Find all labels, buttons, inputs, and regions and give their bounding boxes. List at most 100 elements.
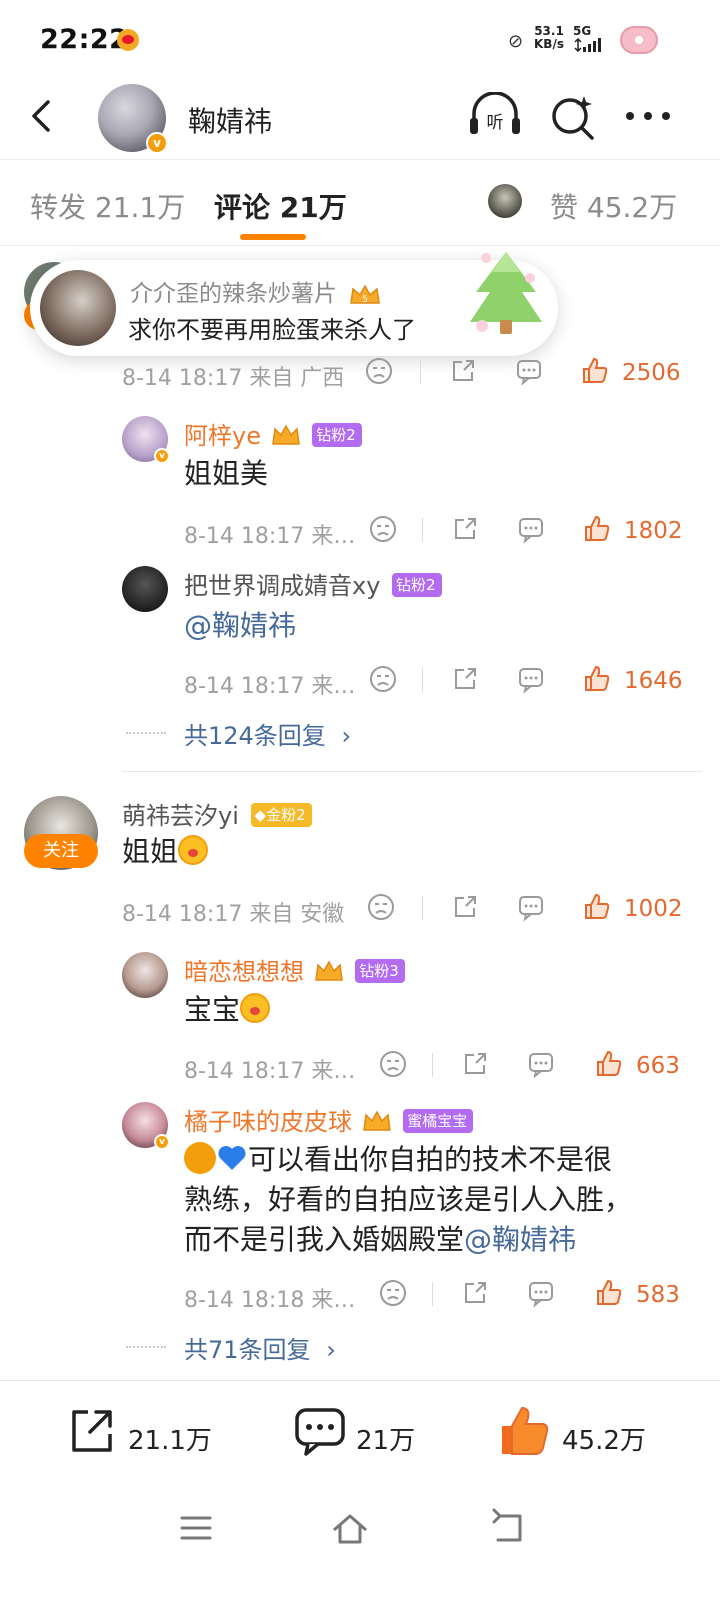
share-icon[interactable] <box>448 356 478 386</box>
toast-user-name: 介介歪的辣条炒薯片 5 <box>130 274 382 308</box>
reply-icon[interactable] <box>516 514 546 544</box>
comment-meta: 8-14 18:17 来自 广西 2506 <box>122 352 682 392</box>
reply-meta: 8-14 18:17 来… 1802 <box>184 510 684 550</box>
follow-button[interactable]: 关注 <box>24 834 98 868</box>
divider <box>122 771 702 772</box>
signal-icon: 5G <box>573 25 601 55</box>
back-nav-icon[interactable] <box>488 1508 528 1548</box>
christmas-tree-icon <box>470 252 542 334</box>
reply-meta: 8-14 18:17 来… 1646 <box>184 660 684 700</box>
blush-emoji-icon <box>240 993 271 1023</box>
search-button[interactable] <box>550 94 596 140</box>
more-replies-link[interactable]: 共124条回复 › <box>184 716 351 751</box>
mention-link[interactable]: @鞠婧祎 <box>464 1223 576 1256</box>
tab-comment[interactable]: 评论 21万 <box>214 186 347 226</box>
tab-like[interactable]: 赞 45.2万 <box>550 186 677 226</box>
orange-emoji-icon <box>184 1142 216 1174</box>
comment-user-name[interactable]: 萌祎芸汐yi ◆金粉2 <box>122 796 312 831</box>
like-count: 583 <box>636 1282 680 1308</box>
speed-unit: KB/s <box>534 37 564 51</box>
reply-user-name[interactable]: 阿梓ye 钻粉2 <box>184 416 362 451</box>
avatar[interactable]: v <box>122 1102 170 1150</box>
reply-text-body: 而不是引我入婚姻殿堂 <box>184 1223 465 1256</box>
avatar[interactable] <box>122 952 168 998</box>
reply-text-body: 宝宝 <box>184 993 241 1026</box>
share-icon[interactable] <box>450 514 480 544</box>
mention-link[interactable]: @鞠婧祎 <box>184 606 296 646</box>
separator <box>422 518 423 542</box>
like-icon[interactable] <box>594 1278 624 1308</box>
liker-avatar <box>488 184 522 218</box>
more-replies-text: 共124条回复 <box>184 722 326 750</box>
reply-user-name-text: 暗恋想想想 <box>184 958 304 986</box>
dislike-face-icon[interactable] <box>368 664 398 694</box>
page-title[interactable]: 鞠婧祎 <box>188 100 272 140</box>
toast-text: 求你不要再用脸蛋来杀人了 <box>128 316 416 344</box>
dislike-face-icon[interactable] <box>368 514 398 544</box>
blue-heart-emoji-icon <box>218 1146 246 1170</box>
like-icon[interactable] <box>580 356 610 386</box>
menu-icon[interactable] <box>176 1508 216 1548</box>
fan-badge: ◆金粉2 <box>250 803 312 827</box>
comment-icon <box>295 1408 345 1456</box>
share-icon[interactable] <box>450 892 480 922</box>
like-icon[interactable] <box>582 892 612 922</box>
svg-text:听: 听 <box>487 113 504 133</box>
avatar[interactable] <box>122 566 168 612</box>
reply-icon[interactable] <box>516 664 546 694</box>
chevron-right-icon: › <box>341 722 352 750</box>
reply-meta: 8-14 18:18 来… 583 <box>184 1274 684 1314</box>
back-button[interactable] <box>22 96 62 136</box>
dislike-face-icon[interactable] <box>364 356 394 386</box>
header: v 鞠婧祎 听 <box>0 84 720 160</box>
dislike-face-icon[interactable] <box>378 1278 408 1308</box>
separator <box>432 1282 433 1306</box>
chevron-right-icon: › <box>326 1336 336 1364</box>
reply-user-name[interactable]: 橘子味的皮皮球 蜜橘宝宝 <box>184 1102 474 1137</box>
dislike-face-icon[interactable] <box>378 1049 408 1079</box>
more-replies-link[interactable]: 共71条回复 › <box>184 1330 336 1365</box>
divider <box>0 245 720 246</box>
reply-date: 8-14 18:17 来… <box>184 674 356 699</box>
network-speed: 53.1 KB/s <box>534 25 564 51</box>
reply-icon[interactable] <box>516 892 546 922</box>
like-count: 663 <box>636 1053 680 1079</box>
reply-user-name[interactable]: 把世界调成婧音xy 钻粉2 <box>184 566 442 601</box>
svg-text:5: 5 <box>362 295 368 305</box>
reply-icon[interactable] <box>526 1278 556 1308</box>
like-icon[interactable] <box>582 514 612 544</box>
crown-icon <box>271 424 300 445</box>
status-bar: 22:22 ⊘ 53.1 KB/s 5G <box>0 0 720 84</box>
separator <box>420 360 421 384</box>
share-icon[interactable] <box>460 1049 490 1079</box>
like-count: 45.2万 <box>562 1426 646 1456</box>
avatar[interactable]: v <box>122 416 170 464</box>
weibo-notification-icon <box>117 29 139 51</box>
tab-bar: 转发 21.1万 评论 21万 赞 45.2万 <box>0 160 720 246</box>
share-icon[interactable] <box>460 1278 490 1308</box>
listen-button[interactable]: 听 <box>468 91 522 136</box>
like-icon[interactable] <box>594 1049 624 1079</box>
home-icon[interactable] <box>330 1508 370 1548</box>
reply-icon[interactable] <box>514 356 544 386</box>
like-button[interactable]: 45.2万 <box>498 1404 668 1464</box>
repost-button[interactable]: 21.1万 <box>66 1404 226 1464</box>
more-button[interactable] <box>624 106 672 126</box>
reply-icon[interactable] <box>526 1049 556 1079</box>
no-data-icon: ⊘ <box>508 31 524 52</box>
dislike-face-icon[interactable] <box>366 892 396 922</box>
like-count: 1802 <box>624 518 683 544</box>
share-icon[interactable] <box>450 664 480 694</box>
tab-repost[interactable]: 转发 21.1万 <box>30 186 185 226</box>
reply-user-name[interactable]: 暗恋想想想 钻粉3 <box>184 952 405 987</box>
separator <box>432 1053 433 1077</box>
like-icon[interactable] <box>582 664 612 694</box>
reply-text-line: 而不是引我入婚姻殿堂@鞠婧祎 <box>184 1220 684 1260</box>
system-nav-bar <box>0 1496 720 1608</box>
comment-button[interactable]: 21万 <box>294 1404 434 1464</box>
reply-text-line: 熟练，好看的自拍应该是引人入胜， <box>184 1183 633 1216</box>
separator <box>422 668 423 692</box>
dotted-line <box>126 1346 166 1348</box>
avatar <box>40 270 116 346</box>
avatar[interactable]: v <box>98 84 168 154</box>
